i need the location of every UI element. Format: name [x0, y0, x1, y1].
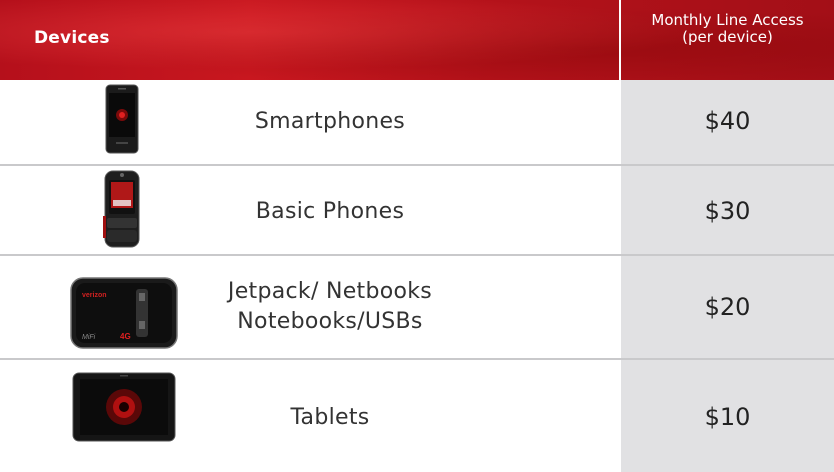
monthly-header-line-1: Monthly Line Access — [651, 11, 804, 29]
svg-text:4G: 4G — [120, 332, 131, 341]
svg-text:verizon: verizon — [82, 292, 107, 299]
price-value: $30 — [704, 197, 751, 225]
tablet-icon — [72, 372, 176, 442]
table-row-basic-phones: Basic Phones $30 — [0, 166, 834, 254]
table-row-tablets: Tablets $10 — [0, 360, 834, 472]
flip-phone-icon — [103, 170, 140, 248]
price-value: $40 — [704, 107, 751, 135]
price-value: $10 — [704, 403, 751, 431]
device-label: Jetpack/ Netbooks Notebooks/USBs — [227, 279, 433, 334]
device-label: Tablets — [290, 405, 370, 430]
price-value: $20 — [704, 293, 751, 321]
smartphone-icon — [105, 84, 139, 154]
devices-column-header: Devices — [34, 28, 110, 48]
device-label: Basic Phones — [255, 199, 405, 224]
monthly-header-line-2: (per device) — [682, 28, 773, 46]
table-header: Devices Monthly Line Access (per device) — [0, 0, 834, 80]
device-label: Smartphones — [254, 109, 406, 134]
monthly-access-column-header: Monthly Line Access (per device) — [621, 12, 834, 46]
line-access-table: Devices Monthly Line Access (per device)… — [0, 0, 834, 472]
svg-text:MiFi: MiFi — [82, 334, 96, 341]
mifi-hotspot-icon: verizon 4G MiFi — [70, 277, 178, 349]
table-row-jetpack-netbooks: verizon 4G MiFi Jetpack/ Netbooks Notebo… — [0, 256, 834, 358]
table-row-smartphones: Smartphones $40 — [0, 80, 834, 164]
